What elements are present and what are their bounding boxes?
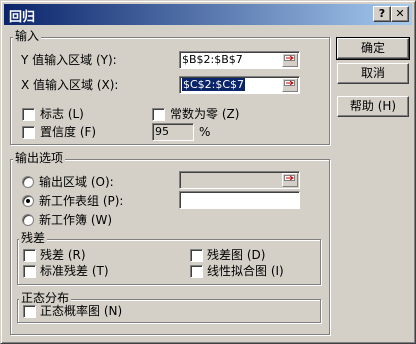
ok-button[interactable]: 确定 xyxy=(336,37,410,60)
y-range-input[interactable]: $B$2:$B$7 xyxy=(179,51,300,69)
residual-plots-label: 残差图 (D) xyxy=(207,248,266,262)
residuals-legend: 残差 xyxy=(19,231,48,245)
residual-plots-checkbox[interactable] xyxy=(190,249,203,262)
confidence-label: 置信度 (F) xyxy=(40,125,97,139)
x-range-collapse-button[interactable] xyxy=(282,78,298,92)
range-collapse-icon xyxy=(284,80,295,86)
window-title: 回归 xyxy=(9,10,36,25)
new-workbook-radio[interactable] xyxy=(22,214,34,226)
residuals-checkbox[interactable] xyxy=(23,249,36,262)
input-group-legend: 输入 xyxy=(13,29,42,43)
output-range-collapse-button[interactable] xyxy=(282,173,298,187)
line-fit-plots-checkbox[interactable] xyxy=(190,265,203,278)
y-range-collapse-button[interactable] xyxy=(282,53,298,67)
new-workbook-label: 新工作簿 (W) xyxy=(39,213,113,227)
range-collapse-icon xyxy=(284,55,295,61)
line-fit-plots-label: 线性拟合图 (I) xyxy=(207,264,284,278)
x-range-input[interactable]: $C$2:$C$7 xyxy=(179,76,300,94)
output-range-radio[interactable] xyxy=(22,176,34,188)
regression-dialog: 回归 ? ✕ 输入 Y 值输入区域 (Y): $B$2:$B$7 X 值输入区域… xyxy=(0,0,416,344)
percent-label: % xyxy=(199,125,211,139)
standardized-residuals-label: 标准残差 (T) xyxy=(40,264,109,278)
standardized-residuals-checkbox[interactable] xyxy=(23,265,36,278)
constant-zero-checkbox[interactable] xyxy=(152,108,165,121)
new-sheet-input[interactable] xyxy=(179,191,300,209)
range-collapse-icon xyxy=(284,175,295,181)
x-range-label: X 值输入区域 (X): xyxy=(21,78,119,92)
confidence-checkbox[interactable] xyxy=(22,126,35,139)
y-range-label: Y 值输入区域 (Y): xyxy=(21,53,117,67)
new-sheet-radio[interactable] xyxy=(22,195,34,207)
new-sheet-label: 新工作表组 (P): xyxy=(39,194,124,208)
residuals-label: 残差 (R) xyxy=(40,248,86,262)
residuals-group xyxy=(17,239,321,285)
confidence-input[interactable]: 95 xyxy=(152,123,194,141)
labels-label: 标志 (L) xyxy=(40,107,84,121)
constant-zero-label: 常数为零 (Z) xyxy=(170,107,240,121)
output-range-input[interactable] xyxy=(179,171,300,189)
output-options-legend: 输出选项 xyxy=(13,151,66,165)
close-button[interactable]: ✕ xyxy=(391,6,409,22)
cancel-button[interactable]: 取消 xyxy=(337,63,409,84)
normal-probability-label: 正态概率图 (N) xyxy=(40,304,123,318)
labels-checkbox[interactable] xyxy=(22,108,35,121)
help-button[interactable]: 帮助 (H) xyxy=(337,96,409,117)
title-bar: 回归 ? ✕ xyxy=(4,4,412,25)
help-title-button[interactable]: ? xyxy=(373,6,391,22)
output-range-label: 输出区域 (O): xyxy=(39,175,114,189)
normal-probability-checkbox[interactable] xyxy=(23,305,36,318)
